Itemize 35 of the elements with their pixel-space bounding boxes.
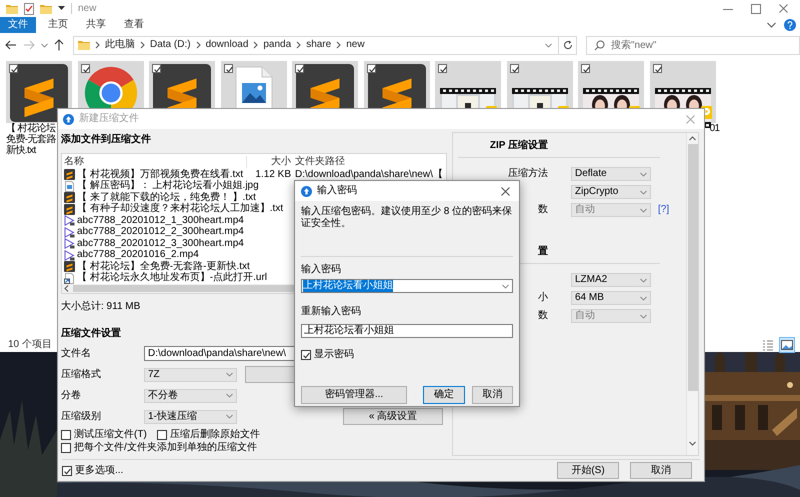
file-name: 【 村花论坛】全免费-无套路-更新快.txt bbox=[77, 260, 250, 272]
window-title: new bbox=[78, 2, 96, 14]
file-size: 1.12 KB bbox=[254, 168, 291, 180]
folder-path: D:\download\panda\share\new\【 bbox=[295, 168, 443, 181]
section-heading: 置 bbox=[538, 246, 548, 257]
file-name: abc7788_20201012_2_300heart.mp4 bbox=[77, 226, 245, 238]
status-text: 10 个项目 bbox=[8, 338, 52, 350]
file-name: 【 来了就能下载的论坛，纯免费！ 】.txt bbox=[77, 192, 256, 203]
file-name: 【 村花视频】万部视频免费在线看.txt bbox=[77, 168, 244, 180]
file-name: abc7788_20201012_3_300heart.mp4 bbox=[77, 238, 245, 250]
section-heading: ZIP 压缩设置 bbox=[490, 140, 548, 151]
field-label: 输入密码 bbox=[301, 264, 342, 276]
field-label: 小 bbox=[538, 292, 548, 303]
total-size: 大小总计: 911 MB bbox=[61, 301, 140, 313]
field-label: 文件名 bbox=[61, 348, 92, 360]
field-label: 数 bbox=[538, 204, 548, 215]
field-label: 压缩方法 bbox=[508, 168, 548, 179]
dialog-title: 输入密码 bbox=[317, 185, 357, 197]
file-name: 【 有种子却没速度？来村花论坛人工加速】.txt bbox=[77, 203, 284, 216]
field-label: 压缩格式 bbox=[61, 368, 102, 380]
file-name: 【 村花论坛永久地址发布页】-点此打开.url bbox=[77, 272, 267, 284]
file-name-line: 【 村花论坛 bbox=[6, 123, 56, 134]
file-name: abc7788_20201016_2.mp4 bbox=[77, 249, 200, 260]
file-name: 【 解压密码】： 上村花论坛看小姐姐.jpg bbox=[77, 180, 259, 192]
field-label: 分卷 bbox=[61, 390, 82, 402]
section-heading: 压缩文件设置 bbox=[61, 328, 121, 340]
field-label: 压缩级别 bbox=[61, 410, 102, 422]
file-name-line: 免费-无套路 bbox=[6, 134, 56, 145]
dialog-title: 新建压缩文件 bbox=[79, 113, 139, 125]
file-name: abc7788_20201012_1_300heart.mp4 bbox=[77, 214, 245, 226]
field-label: 重新输入密码 bbox=[301, 306, 362, 318]
file-name-line: 新快.txt bbox=[6, 145, 38, 156]
field-label: 数 bbox=[538, 310, 548, 321]
hint-text: 输入压缩包密码。建议使用至少 8 位的密码来保证安全性。 bbox=[301, 206, 513, 230]
section-heading: 添加文件到压缩文件 bbox=[61, 134, 151, 146]
